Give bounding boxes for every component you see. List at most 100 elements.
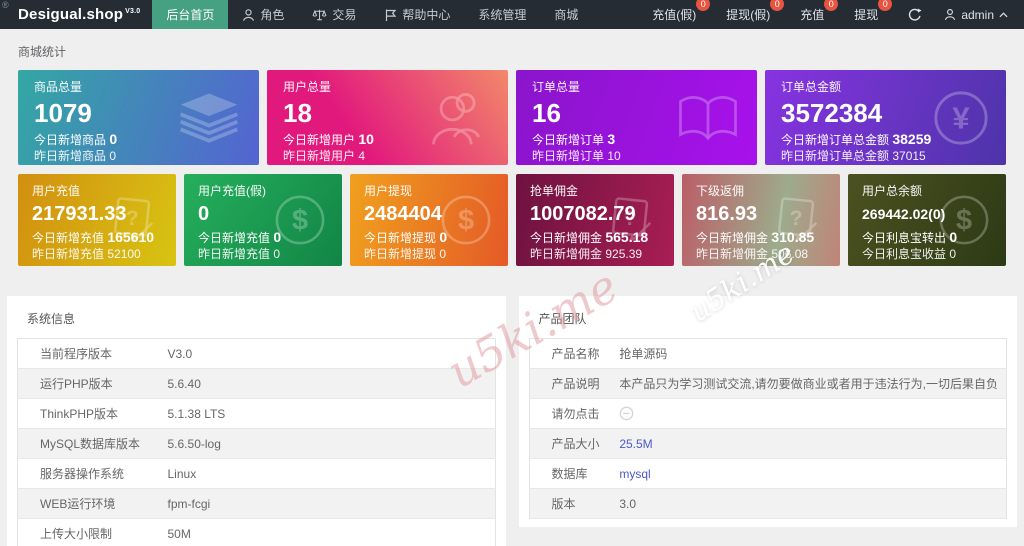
card-line3-label: 今日新增佣金 xyxy=(530,231,603,245)
section-title: 商城统计 xyxy=(18,45,67,59)
card-line4-label: 今日利息宝收益 xyxy=(862,247,947,261)
card-title: 用户总量 xyxy=(283,80,332,94)
menu-item-dashboard[interactable]: 后台首页 xyxy=(152,0,229,29)
card-line3-label: 今日新增用户 xyxy=(283,133,356,147)
card-title: 商品总量 xyxy=(34,80,83,94)
card-line4-label: 昨日新增用户 xyxy=(283,149,356,163)
menu-item-roles[interactable]: 角色 xyxy=(228,0,298,29)
stat-card-balance: 用户总余额 269442.02(0) 今日利息宝转出 0 今日利息宝收益 0 $ xyxy=(848,174,1006,266)
card-line4-value: 0 xyxy=(273,247,281,261)
card-line4-value: 0 xyxy=(109,149,117,163)
card-value: 0 xyxy=(198,203,210,225)
admin-user-menu[interactable]: admin xyxy=(944,8,1008,22)
card-line3-value: 0 xyxy=(949,229,958,245)
card-line3-label: 今日新增充值 xyxy=(198,231,271,245)
card-line4-label: 昨日新增订单总金额 xyxy=(781,149,890,163)
withdraw-link[interactable]: 提现 0 xyxy=(854,0,893,23)
table-row: 运行PHP版本 5.6.40 xyxy=(17,368,495,399)
table-row: 当前程序版本 V3.0 xyxy=(17,339,495,369)
stat-card-recharge-fake: 用户充值(假) 0 今日新增充值 0 昨日新增充值 0 $ xyxy=(184,174,342,266)
table-row: MySQL数据库版本 5.6.50-log xyxy=(17,428,495,459)
prohibit-icon[interactable] xyxy=(619,406,998,421)
table-row: 版本 3.0 xyxy=(529,488,1007,519)
row-value: mysql xyxy=(611,459,1006,489)
product-size-link[interactable]: 25.5M xyxy=(619,437,652,451)
nav-item-label: 充值 xyxy=(800,8,825,22)
row-label: MySQL数据库版本 xyxy=(40,437,141,451)
row-value xyxy=(611,399,1006,429)
nav-item-label: 充值(假) xyxy=(652,8,697,22)
row-value: 本产品只为学习测试交流,请勿要做商业或者用于违法行为,一切后果自负 xyxy=(619,377,998,391)
card-title: 用户总余额 xyxy=(862,184,923,198)
card-value: 3572384 xyxy=(781,98,883,128)
stat-card-order-commission: 抢单佣金 1007082.79 今日新增佣金 565.18 昨日新增佣金 925… xyxy=(516,174,674,266)
table-row: 产品名称 抢单源码 xyxy=(529,339,1007,369)
system-info-table: 当前程序版本 V3.0 运行PHP版本 5.6.40 ThinkPHP版本 5.1.3… xyxy=(17,338,496,546)
top-navbar: ® Desigual.shop V3.0 后台首页 角色 交易 帮助中心 系统管理… xyxy=(0,0,1024,29)
database-link[interactable]: mysql xyxy=(619,467,650,481)
person-icon xyxy=(242,8,255,22)
card-value: 1007082.79 xyxy=(530,203,636,225)
row-value: 3.0 xyxy=(619,496,637,511)
stat-card-products: 商品总量 1079 今日新增商品 0 昨日新增商品 0 xyxy=(18,70,259,165)
row-value: 5.6.40 xyxy=(167,376,201,391)
row-label: 当前程序版本 xyxy=(40,347,113,361)
main-content: 商城统计 商品总量 1079 今日新增商品 0 昨日新增商品 0 用户总量 18… xyxy=(0,43,1024,266)
card-line3-value: 0 xyxy=(109,131,118,147)
table-row: WEB运行环境 fpm-fcgi xyxy=(17,488,495,519)
table-row: 数据库 mysql xyxy=(529,459,1007,489)
table-row: 请勿点击 xyxy=(529,399,1007,429)
menu-item-label: 后台首页 xyxy=(166,8,215,22)
row-label: 产品大小 xyxy=(551,437,600,451)
withdraw-fake-badge: 0 xyxy=(770,0,785,11)
navbar-right: 充值(假) 0 提现(假) 0 充值 0 提现 0 admin xyxy=(652,0,1024,23)
table-row: 上传大小限制 50M xyxy=(18,519,496,546)
row-value: Linux xyxy=(167,466,197,481)
row-label: 请勿点击 xyxy=(551,407,600,421)
card-line3-value: 165610 xyxy=(107,229,155,245)
card-line4-value: 4 xyxy=(358,149,366,163)
recharge-link[interactable]: 充值 0 xyxy=(800,0,839,23)
bottom-panels: 系统信息 当前程序版本 V3.0 运行PHP版本 5.6.40 ThinkPHP版本… xyxy=(7,296,1017,546)
card-line3-label: 今日新增订单 xyxy=(532,133,605,147)
card-title: 抢单佣金 xyxy=(530,184,579,198)
card-line3-value: 0 xyxy=(273,229,282,245)
card-title: 下级返佣 xyxy=(696,184,745,198)
nav-item-label: 提现 xyxy=(854,8,879,22)
card-line3-label: 今日新增充值 xyxy=(32,231,105,245)
card-value: 269442.02(0) xyxy=(862,206,946,222)
app-version: V3.0 xyxy=(125,8,141,15)
menu-item-trade[interactable]: 交易 xyxy=(298,0,370,29)
row-label: 版本 xyxy=(551,497,576,511)
card-value: 816.93 xyxy=(696,203,758,225)
card-title: 订单总金额 xyxy=(781,80,842,94)
product-team-table: 产品名称 抢单源码 产品说明 本产品只为学习测试交流,请勿要做商业或者用于违法行为,… xyxy=(528,338,1007,519)
menu-item-label: 系统管理 xyxy=(478,8,527,22)
card-line4-label: 昨日新增充值 xyxy=(32,247,105,261)
refresh-icon[interactable] xyxy=(908,8,922,22)
panel-title: 产品团队 xyxy=(538,312,587,326)
row-label: 数据库 xyxy=(551,467,588,481)
nav-item-label: 提现(假) xyxy=(726,8,771,22)
card-line3-value: 10 xyxy=(358,131,374,147)
card-line4-label: 昨日新增佣金 xyxy=(696,247,769,261)
withdraw-fake-link[interactable]: 提现(假) 0 xyxy=(726,0,785,23)
stat-card-orders: 订单总量 16 今日新增订单 3 昨日新增订单 10 xyxy=(516,70,757,165)
app-logo: Desigual.shop V3.0 xyxy=(18,6,140,23)
card-value: 16 xyxy=(532,98,561,128)
row-value: V3.0 xyxy=(167,346,193,361)
flag-icon xyxy=(384,8,397,22)
card-title: 订单总量 xyxy=(532,80,581,94)
app-logo-text: Desigual.shop xyxy=(18,6,124,23)
card-line3-label: 今日新增订单总金额 xyxy=(781,133,890,147)
menu-item-system[interactable]: 系统管理 xyxy=(464,0,540,29)
card-value: 1079 xyxy=(34,98,92,128)
withdraw-badge: 0 xyxy=(878,0,893,11)
menu-item-help-center[interactable]: 帮助中心 xyxy=(370,0,464,29)
recharge-fake-badge: 0 xyxy=(696,0,711,11)
product-team-panel: 产品团队 产品名称 抢单源码 产品说明 本产品只为学习测试交流,请勿要做商业或者用于… xyxy=(518,296,1017,527)
card-value: 18 xyxy=(283,98,312,128)
recharge-fake-link[interactable]: 充值(假) 0 xyxy=(652,0,711,23)
card-line4-label: 昨日新增充值 xyxy=(198,247,271,261)
menu-item-mall[interactable]: 商城 xyxy=(540,0,592,29)
